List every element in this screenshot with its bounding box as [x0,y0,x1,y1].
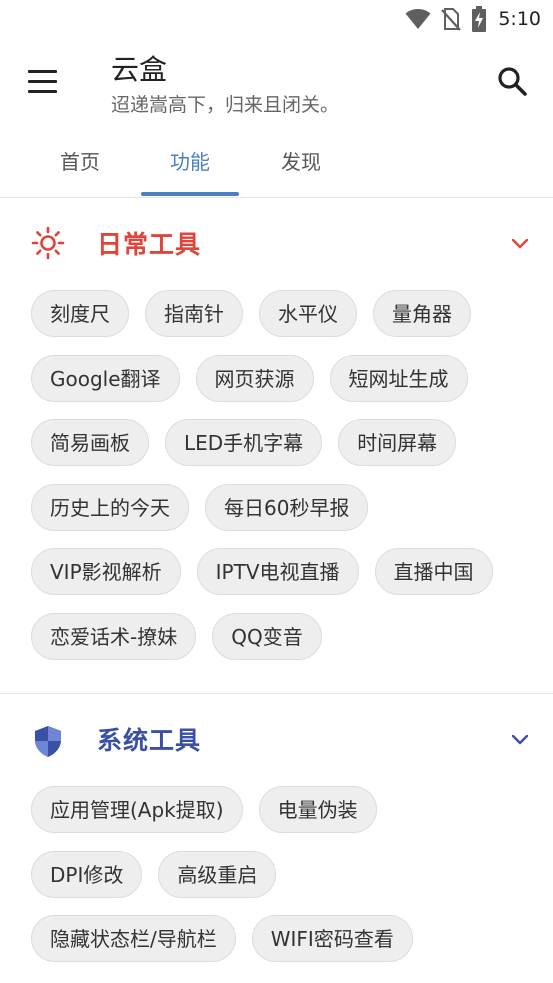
chip-row: 隐藏状态栏/导航栏 WIFI密码查看 [31,915,531,980]
wifi-icon [405,9,431,29]
chip-row: VIP影视解析 IPTV电视直播 直播中国 [31,548,531,613]
tool-chip[interactable]: 隐藏状态栏/导航栏 [31,915,236,962]
tool-chip[interactable]: LED手机字幕 [165,419,323,466]
tool-chip[interactable]: 刻度尺 [31,290,129,337]
section-header[interactable]: 日常工具 [0,198,553,288]
tool-chip[interactable]: 短网址生成 [329,354,468,402]
tab-home[interactable]: 首页 [31,146,129,175]
chip-row: 简易画板 LED手机字幕 时间屏幕 [31,419,531,484]
chip-row: DPI修改 高级重启 [31,850,531,916]
tool-chip[interactable]: VIP影视解析 [31,548,181,595]
chevron-down-icon[interactable] [509,232,531,254]
menu-icon [28,70,57,73]
section-title: 系统工具 [97,726,202,755]
tool-chip[interactable]: Google翻译 [31,354,180,402]
tool-chip[interactable]: 指南针 [145,290,243,337]
tool-chip[interactable]: 网页获源 [195,354,314,402]
tool-chip[interactable]: 时间屏幕 [338,419,457,466]
menu-button[interactable] [24,62,64,102]
chip-row: 恋爱话术-撩妹 QQ变音 [31,612,531,678]
search-button[interactable] [493,62,533,102]
tab-bar: 首页 功能 发现 [0,126,553,198]
tool-chip[interactable]: IPTV电视直播 [196,548,359,595]
status-bar: 5:10 [0,0,553,38]
shield-icon [35,726,61,757]
chip-row: Google翻译 网页获源 短网址生成 [31,354,531,420]
status-time: 5:10 [498,8,541,30]
app-subtitle: 迢递嵩高下，归来且闭关。 [111,94,340,116]
tool-chip[interactable]: 应用管理(Apk提取) [31,786,243,833]
tab-functions[interactable]: 功能 [141,146,239,175]
tool-chip[interactable]: QQ变音 [212,612,322,660]
chip-row: 历史上的今天 每日60秒早报 [31,483,531,549]
tool-chip[interactable]: WIFI密码查看 [251,915,413,962]
chevron-down-icon[interactable] [509,728,531,750]
no-sim-icon [441,8,462,31]
tool-chip[interactable]: 每日60秒早报 [205,483,369,531]
tool-chip[interactable]: 恋爱话术-撩妹 [31,612,197,660]
chip-group: 刻度尺 指南针 水平仪 量角器 Google翻译 网页获源 短网址生成 简易画板 LED手机字幕… [31,290,531,677]
section-header[interactable]: 系统工具 [0,694,553,784]
tool-chip[interactable]: 水平仪 [259,290,357,337]
tab-discover[interactable]: 发现 [252,146,350,175]
app-bar: 云盒 迢递嵩高下，归来且闭关。 [0,38,553,126]
app-title: 云盒 [111,53,168,86]
chip-group: 应用管理(Apk提取) 电量伪装 DPI修改 高级重启 隐藏状态栏/导航栏 WIFI密码查… [31,786,531,980]
tool-chip[interactable]: 直播中国 [374,548,493,595]
chip-row: 应用管理(Apk提取) 电量伪装 [31,786,531,851]
tool-chip[interactable]: 高级重启 [158,850,277,898]
status-icons: 5:10 [405,6,541,32]
tool-chip[interactable]: DPI修改 [31,850,143,898]
chip-row: 刻度尺 指南针 水平仪 量角器 [31,290,531,355]
battery-charging-icon [472,6,487,32]
tab-indicator [141,192,239,196]
tool-chip[interactable]: 历史上的今天 [31,483,189,531]
search-icon [498,67,527,96]
sun-icon [31,226,65,260]
section-title: 日常工具 [97,230,202,259]
tool-chip[interactable]: 简易画板 [31,419,149,466]
tool-chip[interactable]: 量角器 [373,290,471,337]
tool-chip[interactable]: 电量伪装 [258,786,377,833]
